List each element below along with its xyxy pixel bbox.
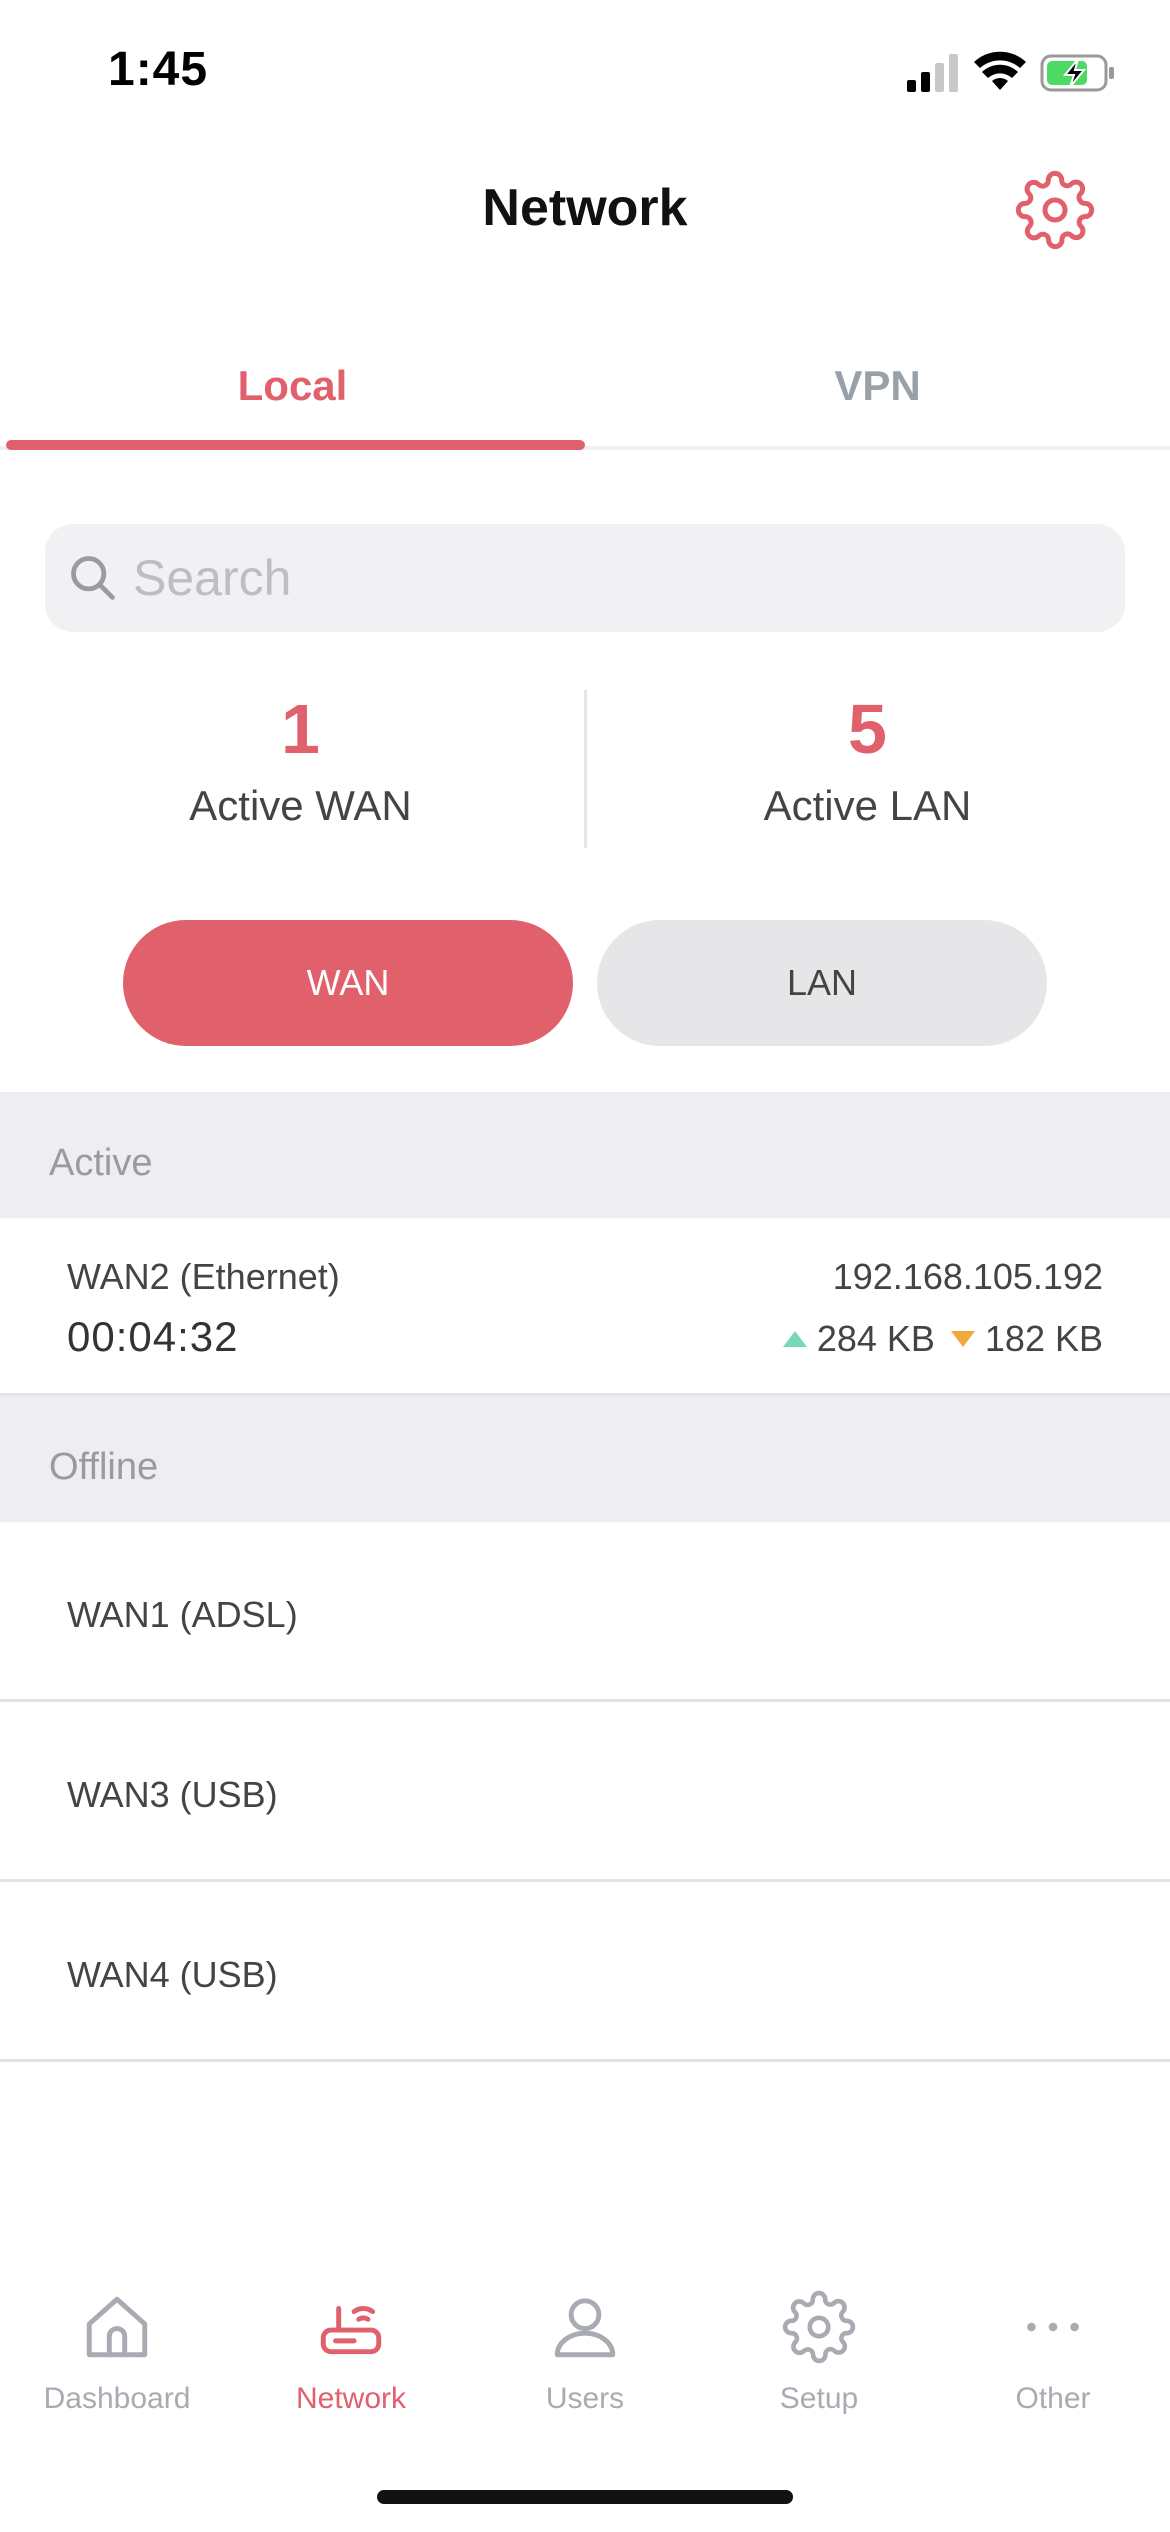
active-lan-stat: 5 Active LAN bbox=[575, 690, 1160, 830]
active-wan-stat: 1 Active WAN bbox=[8, 690, 593, 830]
gear-icon bbox=[782, 2290, 856, 2364]
wan-uptime: 00:04:32 bbox=[67, 1313, 239, 1360]
section-title: Active bbox=[49, 1142, 153, 1184]
status-bar: 1:45 bbox=[0, 0, 1170, 140]
section-title: Offline bbox=[49, 1446, 159, 1488]
status-time: 1:45 bbox=[108, 43, 209, 96]
page-title: Network bbox=[482, 179, 688, 237]
home-icon bbox=[86, 2296, 148, 2358]
search-icon bbox=[71, 556, 115, 600]
home-indicator[interactable] bbox=[377, 2490, 793, 2504]
wan-name: WAN1 (ADSL) bbox=[67, 1594, 298, 1635]
wifi-icon bbox=[974, 51, 1026, 90]
wan-name: WAN2 (Ethernet) bbox=[67, 1256, 340, 1297]
network-stats: 1 Active WAN 5 Active LAN bbox=[0, 690, 1170, 850]
wan-row-wan1[interactable]: WAN1 (ADSL) bbox=[0, 1522, 1170, 1702]
wan-row-wan2[interactable]: WAN2 (Ethernet) 00:04:32 192.168.105.192… bbox=[0, 1218, 1170, 1396]
tabbar-item-users[interactable]: Users bbox=[468, 2280, 702, 2416]
tabbar-item-other[interactable]: Other bbox=[936, 2280, 1170, 2416]
user-icon bbox=[554, 2298, 616, 2358]
tab-vpn[interactable]: VPN bbox=[585, 330, 1170, 450]
tabbar-label: Setup bbox=[779, 2382, 859, 2415]
tabbar-item-network[interactable]: Network bbox=[234, 2280, 468, 2416]
tabbar-item-setup[interactable]: Setup bbox=[702, 2280, 936, 2416]
download-arrow-icon bbox=[950, 1331, 975, 1347]
tabbar-label: Users bbox=[545, 2382, 625, 2415]
lan-filter-button[interactable]: LAN bbox=[597, 920, 1047, 1046]
cellular-signal-icon bbox=[907, 54, 958, 92]
wan-name: WAN3 (USB) bbox=[67, 1774, 278, 1815]
search-input[interactable] bbox=[133, 544, 1093, 612]
download-amount: 182 KB bbox=[984, 1318, 1103, 1359]
search-bar bbox=[45, 524, 1125, 632]
active-wan-label: Active WAN bbox=[189, 782, 412, 829]
wan-name: WAN4 (USB) bbox=[67, 1954, 278, 1995]
wan-filter-button[interactable]: WAN bbox=[123, 920, 573, 1046]
tab-local[interactable]: Local bbox=[0, 330, 585, 450]
section-header-active: Active bbox=[0, 1092, 1170, 1218]
wan-row-wan4[interactable]: WAN4 (USB) bbox=[0, 1882, 1170, 2062]
gear-icon[interactable] bbox=[1015, 170, 1095, 250]
more-dots-icon bbox=[1027, 2322, 1079, 2332]
segment-tabs: Local VPN bbox=[0, 330, 1170, 450]
upload-arrow-icon bbox=[782, 1331, 807, 1347]
active-lan-label: Active LAN bbox=[763, 782, 972, 829]
tab-active-indicator bbox=[6, 440, 585, 450]
router-icon bbox=[320, 2306, 382, 2355]
tabbar-label: Network bbox=[295, 2382, 407, 2415]
active-wan-count: 1 bbox=[281, 690, 320, 768]
section-header-offline: Offline bbox=[0, 1396, 1170, 1522]
wan-ip-address: 192.168.105.192 bbox=[832, 1256, 1103, 1297]
active-lan-count: 5 bbox=[848, 690, 887, 768]
tabbar-item-dashboard[interactable]: Dashboard bbox=[0, 2280, 234, 2416]
tabbar-label: Other bbox=[1015, 2382, 1091, 2415]
tabbar-label: Dashboard bbox=[43, 2382, 191, 2415]
wan-row-wan3[interactable]: WAN3 (USB) bbox=[0, 1702, 1170, 1882]
upload-amount: 284 KB bbox=[816, 1318, 935, 1359]
bottom-tab-bar: Dashboard Network Users Setup Other bbox=[0, 2280, 1170, 2450]
wan-traffic: 284 KB 182 KB bbox=[782, 1318, 1103, 1360]
battery-charging-icon bbox=[1040, 54, 1114, 92]
